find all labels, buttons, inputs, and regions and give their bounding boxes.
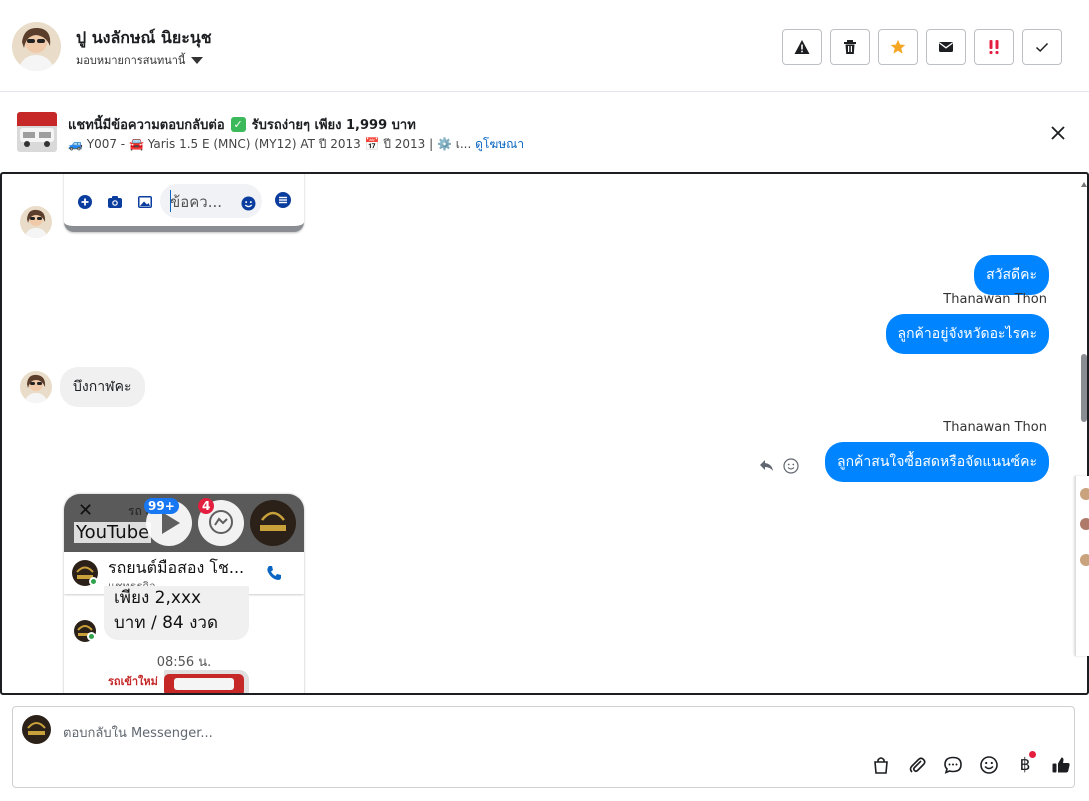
reply-input[interactable]: ตอบกลับใน Messenger... <box>63 722 213 743</box>
notification-dot <box>1029 751 1036 758</box>
thumbs-up-icon <box>1052 757 1070 773</box>
sender-name: Thanawan Thon <box>943 420 1047 435</box>
delete-button[interactable] <box>830 29 870 65</box>
mini-avatar <box>1080 554 1089 566</box>
assign-conversation-dropdown[interactable]: มอบหมายการสนทนานี้ <box>76 51 204 69</box>
youtube-label: YouTube <box>74 522 152 543</box>
online-dot <box>87 632 96 641</box>
incoming-message[interactable]: บึงกาฬคะ <box>60 367 145 407</box>
message-hover-actions <box>759 458 799 474</box>
outgoing-message[interactable]: สวัสดีคะ <box>974 255 1049 295</box>
ad-title: แชทนี้มีข้อความตอบกลับต่อ ✓ รับรถง่ายๆ เ… <box>68 117 416 133</box>
customer-name: ปู นงลักษณ์ นิยะนุช <box>76 28 212 47</box>
close-glyph: ✕ <box>78 500 94 521</box>
image-icon <box>138 196 152 208</box>
ad-context-bar: แชทนี้มีข้อความตอบกลับต่อ ✓ รับรถง่ายๆ เ… <box>0 92 1089 172</box>
mini-avatar <box>1080 488 1089 500</box>
trash-icon <box>844 40 856 54</box>
thumbs-up-button[interactable] <box>1050 754 1072 776</box>
close-icon[interactable] <box>1049 124 1067 142</box>
report-button[interactable] <box>782 29 822 65</box>
screenshot-price-bubble: เพียง 2,xxx บาท / 84 งวด <box>104 586 249 640</box>
outgoing-message[interactable]: ลูกค้าสนใจซื้อสดหรือจัดแนนซ์คะ <box>825 442 1049 482</box>
smile-icon <box>980 756 998 774</box>
bag-icon <box>874 757 888 774</box>
caret-down-icon <box>191 56 204 64</box>
business-logo <box>251 501 295 545</box>
header-actions <box>782 29 1062 65</box>
scrollbar-thumb[interactable] <box>1081 354 1087 422</box>
business-logo-bubble <box>250 500 296 546</box>
payment-button[interactable]: ฿ <box>1014 751 1036 776</box>
products-button[interactable] <box>870 754 892 776</box>
customer-avatar-small <box>20 206 52 238</box>
ad-meta: 🚙 Y007 - 🚘 Yaris 1.5 E (MNC) (MY12) AT ป… <box>68 137 525 151</box>
sender-name: Thanawan Thon <box>943 292 1047 307</box>
side-peek-panel[interactable] <box>1075 476 1089 656</box>
mini-avatar <box>1080 518 1089 530</box>
chat-bubble-icon <box>944 756 962 774</box>
customer-avatar[interactable] <box>12 22 61 71</box>
star-icon <box>890 39 906 54</box>
reply-composer[interactable]: ตอบกลับใน Messenger... ฿ <box>12 706 1075 788</box>
promo-text: รถเข้าใหม่ <box>108 675 158 688</box>
important-button[interactable] <box>974 29 1014 65</box>
baht-icon: ฿ <box>1019 755 1031 775</box>
image-attachment-composer[interactable]: ข้อคว... <box>64 174 304 232</box>
phone-icon <box>267 566 281 580</box>
mark-done-button[interactable] <box>1022 29 1062 65</box>
attach-file-button[interactable] <box>906 754 928 776</box>
message-thread[interactable]: ข้อคว... สวัสดีคะ Thanawan Thon ลูกค้าอย… <box>0 172 1089 695</box>
emoji-button[interactable] <box>978 754 1000 776</box>
mark-unread-button[interactable] <box>926 29 966 65</box>
camera-icon <box>108 196 122 208</box>
ad-thumbnail[interactable] <box>17 112 57 152</box>
emoji-icon <box>241 196 256 211</box>
screenshot-promo-image: รถเข้าใหม่ <box>104 670 249 693</box>
check-mark-icon: ✓ <box>230 117 246 132</box>
star-button[interactable] <box>878 29 918 65</box>
envelope-icon <box>939 42 953 52</box>
unread-badge: 99+ <box>144 498 179 514</box>
menu-circle-icon <box>275 192 291 208</box>
plus-circle-icon <box>78 195 92 209</box>
saved-replies-button[interactable] <box>942 754 964 776</box>
image-attachment-chat-screenshot[interactable]: ✕ รถ สอ YouTube 99+ 4 รถยนต์มือสอง โช...… <box>64 494 304 693</box>
view-ad-link[interactable]: ดูโฆษณา <box>475 137 524 151</box>
online-dot <box>89 577 98 586</box>
assign-label: มอบหมายการสนทนานี้ <box>76 54 186 67</box>
customer-avatar-small <box>20 371 52 403</box>
paperclip-icon <box>909 757 926 773</box>
conversation-header: ปู นงลักษณ์ นิยะนุช มอบหมายการสนทนานี้ <box>0 0 1089 92</box>
page-avatar <box>22 715 51 744</box>
react-emoji-icon[interactable] <box>783 458 799 474</box>
screenshot-timestamp: 08:56 น. <box>156 655 212 670</box>
warning-icon <box>794 40 810 54</box>
scroll-up-arrow[interactable] <box>1081 182 1087 187</box>
outgoing-message[interactable]: ลูกค้าอยู่จังหวัดอะไรคะ <box>885 314 1049 354</box>
reply-icon[interactable] <box>759 459 775 473</box>
check-icon <box>1035 42 1049 53</box>
important-icon <box>989 40 999 54</box>
composer-tools: ฿ <box>870 751 1072 776</box>
